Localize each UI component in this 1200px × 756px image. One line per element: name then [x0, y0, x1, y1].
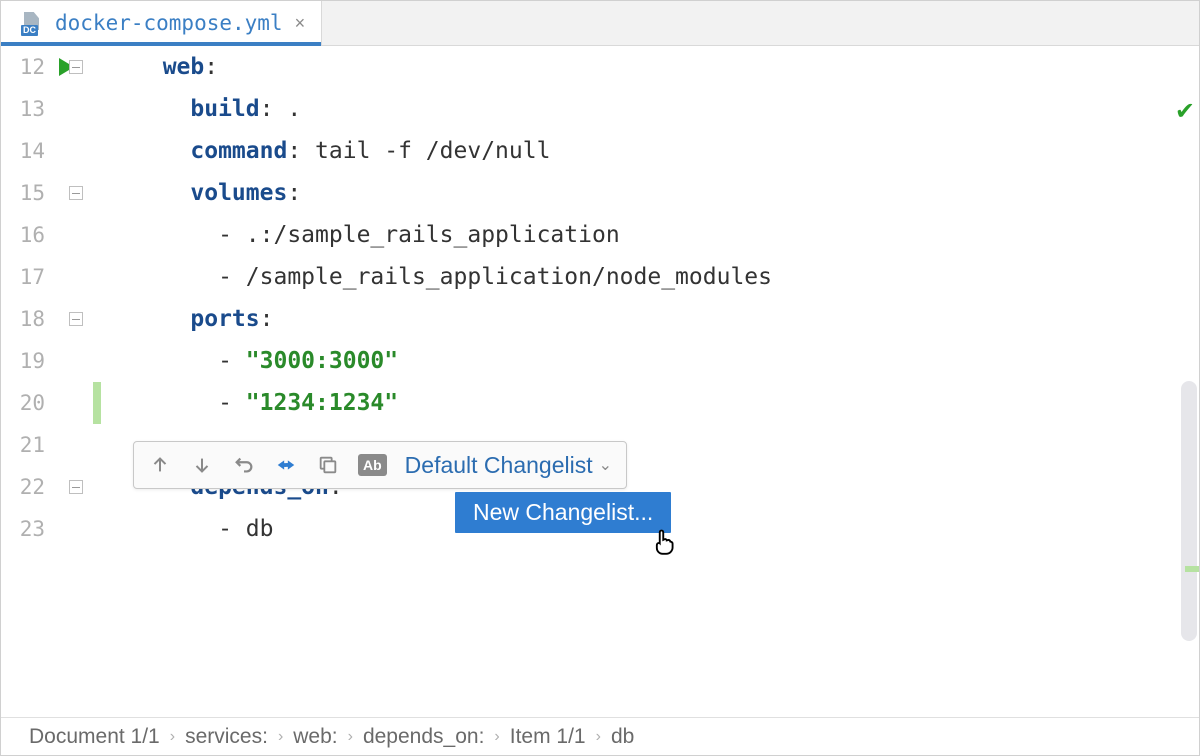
show-diff-button[interactable] [274, 453, 298, 477]
line-number: 15 [1, 172, 45, 214]
breadcrumb-separator: › [596, 728, 601, 746]
fold-toggle-icon[interactable] [69, 312, 83, 326]
right-gutter: ✔ [1177, 91, 1199, 679]
changelist-label: Default Changelist [405, 452, 593, 479]
breadcrumb-item[interactable]: depends_on: [363, 725, 484, 749]
close-icon[interactable]: × [295, 13, 306, 34]
rollback-button[interactable] [232, 453, 256, 477]
docker-compose-file-icon: DC [21, 12, 43, 34]
line-number: 19 [1, 340, 45, 382]
line-number: 23 [1, 508, 45, 550]
breadcrumb-item[interactable]: web: [293, 725, 337, 749]
line-number: 12 [1, 46, 45, 88]
fold-toggle-icon[interactable] [69, 60, 83, 74]
fold-column [55, 46, 95, 717]
new-changelist-menu-item[interactable]: New Changelist... [455, 492, 671, 533]
line-number: 14 [1, 130, 45, 172]
line-number: 21 [1, 424, 45, 466]
next-change-button[interactable] [190, 453, 214, 477]
code-line[interactable]: build: . [135, 88, 1199, 130]
breadcrumb-item[interactable]: Item 1/1 [510, 725, 586, 749]
fold-toggle-icon[interactable] [69, 480, 83, 494]
breadcrumb-separator: › [348, 728, 353, 746]
breadcrumb[interactable]: Document 1/1 › services: › web: › depends_on: ›… [1, 717, 1199, 755]
line-number: 20 [1, 382, 45, 424]
line-number: 18 [1, 298, 45, 340]
inspection-ok-icon[interactable]: ✔ [1175, 97, 1195, 126]
code-line[interactable]: - "1234:1234" [135, 382, 1199, 424]
breadcrumb-separator: › [278, 728, 283, 746]
mouse-pointer-icon [651, 527, 679, 562]
changelist-dropdown[interactable]: Default Changelist ⌄ [405, 452, 612, 479]
code-line[interactable]: web: [135, 46, 1199, 88]
code-line[interactable]: - .:/sample_rails_application [135, 214, 1199, 256]
breadcrumb-item[interactable]: Document 1/1 [29, 725, 160, 749]
code-line[interactable]: - "3000:3000" [135, 340, 1199, 382]
code-line[interactable]: volumes: [135, 172, 1199, 214]
line-number: 17 [1, 256, 45, 298]
line-number: 22 [1, 466, 45, 508]
breadcrumb-item[interactable]: services: [185, 725, 268, 749]
breadcrumb-separator: › [170, 728, 175, 746]
copy-button[interactable] [316, 453, 340, 477]
change-marker[interactable] [1185, 566, 1199, 572]
tab-bar: DC docker-compose.yml × [1, 1, 1199, 46]
line-number: 16 [1, 214, 45, 256]
code-area[interactable]: web: build: . command: tail -f /dev/null… [95, 46, 1199, 717]
tab-filename: docker-compose.yml [55, 11, 283, 35]
change-marker-toolbar: Ab Default Changelist ⌄ [133, 441, 627, 489]
code-editor[interactable]: 121314151617181920212223 web: build: . c… [1, 46, 1199, 717]
breadcrumb-item[interactable]: db [611, 725, 634, 749]
code-line[interactable]: ports: [135, 298, 1199, 340]
code-line[interactable]: - /sample_rails_application/node_modules [135, 256, 1199, 298]
editor-tab[interactable]: DC docker-compose.yml × [1, 1, 322, 45]
line-number-gutter: 121314151617181920212223 [1, 46, 55, 717]
scrollbar-thumb[interactable] [1181, 381, 1197, 641]
code-line[interactable]: command: tail -f /dev/null [135, 130, 1199, 172]
fold-toggle-icon[interactable] [69, 186, 83, 200]
highlight-words-button[interactable]: Ab [358, 454, 387, 476]
previous-change-button[interactable] [148, 453, 172, 477]
ide-window: DC docker-compose.yml × 1213141516171819… [0, 0, 1200, 756]
breadcrumb-separator: › [494, 728, 499, 746]
line-number: 13 [1, 88, 45, 130]
chevron-down-icon: ⌄ [599, 455, 612, 475]
